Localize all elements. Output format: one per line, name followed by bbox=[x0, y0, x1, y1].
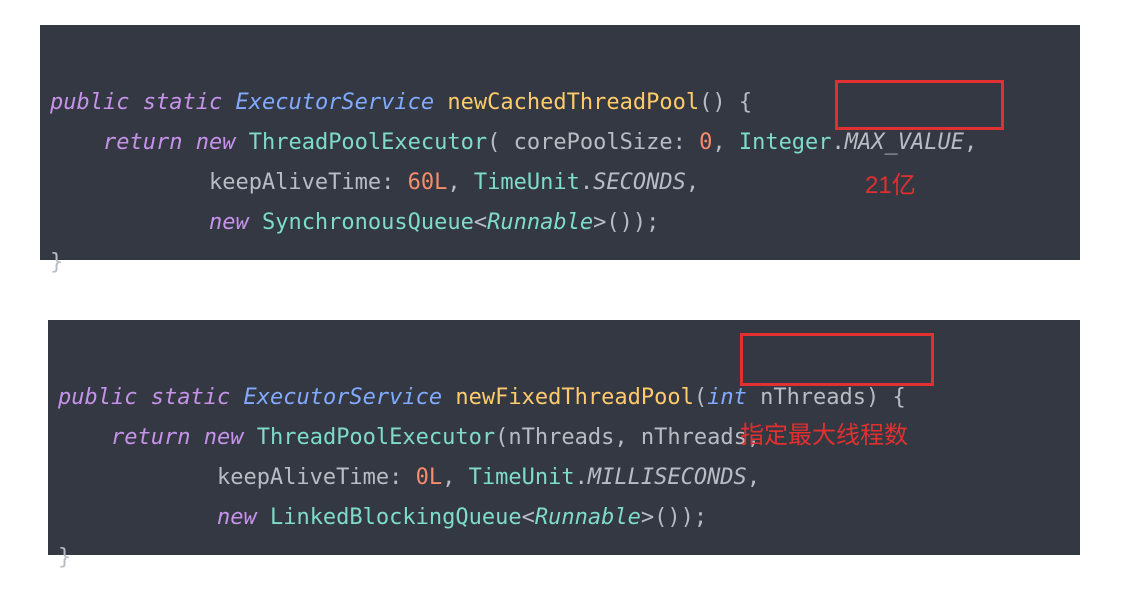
line2: return new ThreadPoolExecutor(nThreads, … bbox=[58, 425, 760, 450]
line4: new SynchronousQueue<Runnable>()); bbox=[50, 210, 659, 235]
timeunit-value: MILLISECONDS bbox=[588, 465, 747, 490]
dot: . bbox=[575, 465, 588, 490]
line4: new LinkedBlockingQueue<Runnable>()); bbox=[58, 505, 707, 530]
method-name: newFixedThreadPool bbox=[455, 385, 693, 410]
comma: , bbox=[686, 170, 699, 195]
line3: keepAliveTime: 60L, TimeUnit.SECONDS, bbox=[50, 170, 699, 195]
code-block-fixed: public static ExecutorService newFixedTh… bbox=[48, 320, 1080, 555]
param-type: int bbox=[707, 385, 747, 410]
line-tail: ()); bbox=[654, 505, 707, 530]
lt: < bbox=[522, 505, 535, 530]
line3: keepAliveTime: 0L, TimeUnit.MILLISECONDS… bbox=[58, 465, 760, 490]
line5: } bbox=[58, 545, 71, 570]
paren-open: ( bbox=[487, 130, 500, 155]
return-type: ExecutorService bbox=[235, 90, 434, 115]
keyword-new: new bbox=[217, 505, 257, 530]
comma: , bbox=[712, 130, 739, 155]
comma: , bbox=[964, 130, 977, 155]
paren-open: ( bbox=[694, 385, 707, 410]
param-value-keepalive: 60L bbox=[394, 170, 447, 195]
queue-class: LinkedBlockingQueue bbox=[270, 505, 522, 530]
arg1: nThreads bbox=[508, 425, 614, 450]
param-label-keepalive: keepAliveTime: bbox=[209, 170, 394, 195]
paren-open: ( bbox=[495, 425, 508, 450]
comma: , bbox=[614, 425, 641, 450]
generic-type: Runnable bbox=[535, 505, 641, 530]
comma: , bbox=[442, 465, 469, 490]
keyword-static: static bbox=[143, 90, 222, 115]
max-value-const: MAX_VALUE bbox=[845, 130, 964, 155]
param-name: nThreads bbox=[747, 385, 866, 410]
comma: , bbox=[747, 465, 760, 490]
line1: public static ExecutorService newCachedT… bbox=[50, 90, 752, 115]
line1: public static ExecutorService newFixedTh… bbox=[58, 385, 906, 410]
arg2: nThreads bbox=[641, 425, 747, 450]
param-value-corepool: 0 bbox=[686, 130, 713, 155]
param-label-keepalive: keepAliveTime: bbox=[217, 465, 402, 490]
param-label-corepool: corePoolSize: bbox=[500, 130, 685, 155]
keyword-return: return bbox=[111, 425, 190, 450]
class-name: ThreadPoolExecutor bbox=[257, 425, 495, 450]
timeunit-value: SECONDS bbox=[593, 170, 686, 195]
comma: , bbox=[747, 425, 760, 450]
line5: } bbox=[50, 250, 63, 275]
return-type: ExecutorService bbox=[243, 385, 442, 410]
dot: . bbox=[580, 170, 593, 195]
line2: return new ThreadPoolExecutor( corePoolS… bbox=[50, 130, 977, 155]
keyword-static: static bbox=[151, 385, 230, 410]
keyword-new: new bbox=[196, 130, 236, 155]
keyword-public: public bbox=[50, 90, 129, 115]
close-brace: } bbox=[58, 545, 71, 570]
code-block-cached: public static ExecutorService newCachedT… bbox=[40, 25, 1080, 260]
lt: < bbox=[474, 210, 487, 235]
keyword-return: return bbox=[103, 130, 182, 155]
generic-type: Runnable bbox=[487, 210, 593, 235]
queue-class: SynchronousQueue bbox=[262, 210, 474, 235]
comma: , bbox=[447, 170, 474, 195]
gt: > bbox=[593, 210, 606, 235]
keyword-new: new bbox=[204, 425, 244, 450]
gt: > bbox=[641, 505, 654, 530]
keyword-public: public bbox=[58, 385, 137, 410]
line-tail: () { bbox=[699, 90, 752, 115]
line-tail: ) { bbox=[866, 385, 906, 410]
keyword-new: new bbox=[209, 210, 249, 235]
line-tail: ()); bbox=[606, 210, 659, 235]
dot: . bbox=[832, 130, 845, 155]
timeunit-class: TimeUnit bbox=[474, 170, 580, 195]
param-value-keepalive: 0L bbox=[402, 465, 442, 490]
class-name: ThreadPoolExecutor bbox=[249, 130, 487, 155]
close-brace: } bbox=[50, 250, 63, 275]
method-name: newCachedThreadPool bbox=[447, 90, 699, 115]
timeunit-class: TimeUnit bbox=[469, 465, 575, 490]
integer-class: Integer bbox=[739, 130, 832, 155]
